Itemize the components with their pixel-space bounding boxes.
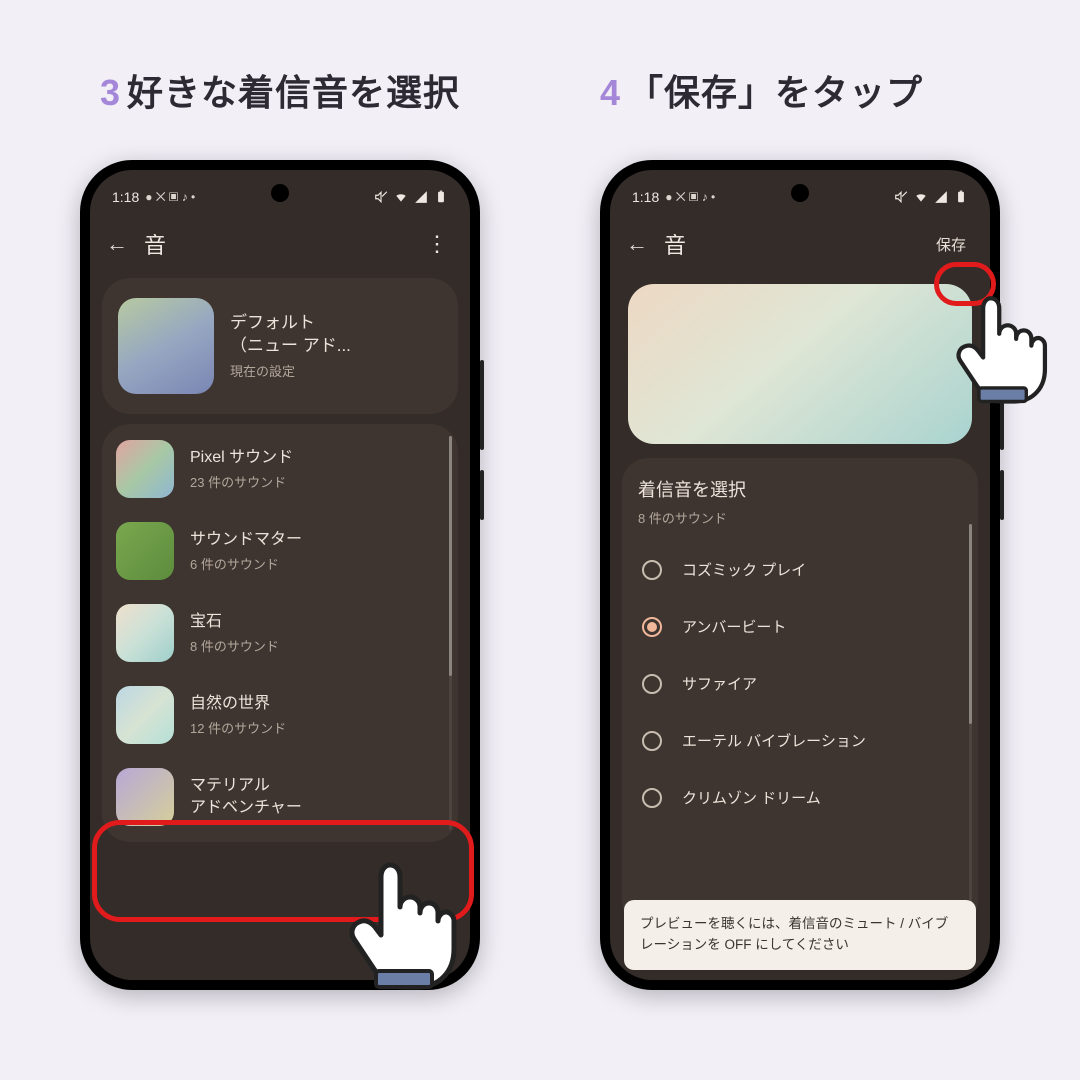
ringtone-label: クリムゾン ドリーム [682,787,821,808]
ringtone-option[interactable]: アンバービート [638,598,962,655]
battery-icon [954,190,968,204]
step-number: 3 [100,72,121,113]
sound-swatch [116,768,174,826]
sound-category-item[interactable]: マテリアル アドベンチャー [102,756,458,838]
status-time: 1:18 [112,189,139,205]
back-button[interactable]: ← [626,231,648,257]
ringtone-option[interactable]: クリムゾン ドリーム [638,769,962,826]
scrollbar-thumb[interactable] [969,524,972,724]
camera-punch-hole [271,184,289,202]
hw-button [480,470,484,520]
sound-swatch [116,522,174,580]
sound-subtitle: 12 件のサウンド [190,718,286,737]
screen: 1:18 ● ⨉ ▣ ♪ • ← 音 ⋮ [90,170,470,980]
snackbar-text: プレビューを聴くには、着信音のミュート / バイブレーションを OFF にしてく… [640,916,948,952]
status-right-icons [894,190,968,204]
sound-category-item[interactable]: 宝石 8 件のサウンド [102,592,458,674]
wifi-icon [914,190,928,204]
status-right-icons [374,190,448,204]
panel-subtitle: 8 件のサウンド [638,508,962,527]
overflow-menu-button[interactable]: ⋮ [420,231,454,257]
sound-category-item[interactable]: Pixel サウンド 23 件のサウンド [102,428,458,510]
ringtone-panel: 着信音を選択 8 件のサウンド コズミック プレイアンバービートサファイアエーテ… [622,458,978,928]
radio-button-icon [642,731,662,751]
sound-category-item[interactable]: 自然の世界 12 件のサウンド [102,674,458,756]
hw-button [1000,360,1004,450]
ringtone-option[interactable]: サファイア [638,655,962,712]
ringtone-option[interactable]: コズミック プレイ [638,541,962,598]
mute-icon [374,190,388,204]
default-sound-card[interactable]: デフォルト （ニュー アド... 現在の設定 [102,278,458,414]
signal-icon [414,190,428,204]
back-button[interactable]: ← [106,231,128,257]
ringtone-label: エーテル バイブレーション [682,730,866,751]
sound-swatch [118,298,214,394]
signal-icon [934,190,948,204]
sound-title: デフォルト （ニュー アド... [230,312,351,358]
sound-title: サウンドマター [190,529,302,551]
camera-punch-hole [791,184,809,202]
sound-subtitle: 6 件のサウンド [190,554,302,573]
status-notification-icons: ● ⨉ ▣ ♪ • [145,190,195,205]
hw-button [1000,470,1004,520]
step-text: 「保存」をタップ [627,72,923,113]
sound-title: 宝石 [190,611,279,633]
sound-title: マテリアル アドベンチャー [190,775,302,818]
step-heading-3: 3好きな着信音を選択 [100,64,460,116]
ringtone-option[interactable]: エーテル バイブレーション [638,712,962,769]
sound-category-item[interactable]: サウンドマター 6 件のサウンド [102,510,458,592]
sound-preview-art [628,284,972,444]
radio-button-icon [642,560,662,580]
battery-icon [434,190,448,204]
ringtone-label: アンバービート [682,616,786,637]
app-bar: ← 音 保存 [610,214,990,278]
sound-swatch [116,686,174,744]
sound-swatch [116,604,174,662]
appbar-title: 音 [664,228,912,260]
scrollbar-thumb[interactable] [449,436,452,676]
content-area: 着信音を選択 8 件のサウンド コズミック プレイアンバービートサファイアエーテ… [610,278,990,980]
step-text: 好きな着信音を選択 [127,72,460,113]
snackbar: プレビューを聴くには、着信音のミュート / バイブレーションを OFF にしてく… [624,900,976,970]
radio-button-icon [642,788,662,808]
mute-icon [894,190,908,204]
screen: 1:18 ● ⨉ ▣ ♪ • ← 音 保存 着信音を選択 [610,170,990,980]
panel-title: 着信音を選択 [638,476,962,502]
phone-frame-right: 1:18 ● ⨉ ▣ ♪ • ← 音 保存 着信音を選択 [600,160,1000,990]
status-notification-icons: ● ⨉ ▣ ♪ • [665,190,715,205]
step-heading-4: 4「保存」をタップ [600,64,923,116]
status-time: 1:18 [632,189,659,205]
wifi-icon [394,190,408,204]
step-number: 4 [600,72,621,113]
app-bar: ← 音 ⋮ [90,214,470,278]
content-area: デフォルト （ニュー アド... 現在の設定 Pixel サウンド 23 件のサウ… [90,278,470,980]
save-button[interactable]: 保存 [928,230,974,259]
sound-title: Pixel サウンド [190,447,293,469]
sound-title: 自然の世界 [190,693,286,715]
appbar-title: 音 [144,228,404,260]
sound-swatch [116,440,174,498]
sound-subtitle: 現在の設定 [230,361,351,380]
ringtone-label: サファイア [682,673,757,694]
hw-button [480,360,484,450]
radio-button-icon [642,617,662,637]
sound-subtitle: 23 件のサウンド [190,472,293,491]
ringtone-label: コズミック プレイ [682,559,806,580]
phone-frame-left: 1:18 ● ⨉ ▣ ♪ • ← 音 ⋮ [80,160,480,990]
sound-category-list: Pixel サウンド 23 件のサウンドサウンドマター 6 件のサウンド宝石 8 件の… [102,424,458,842]
sound-subtitle: 8 件のサウンド [190,636,279,655]
radio-button-icon [642,674,662,694]
